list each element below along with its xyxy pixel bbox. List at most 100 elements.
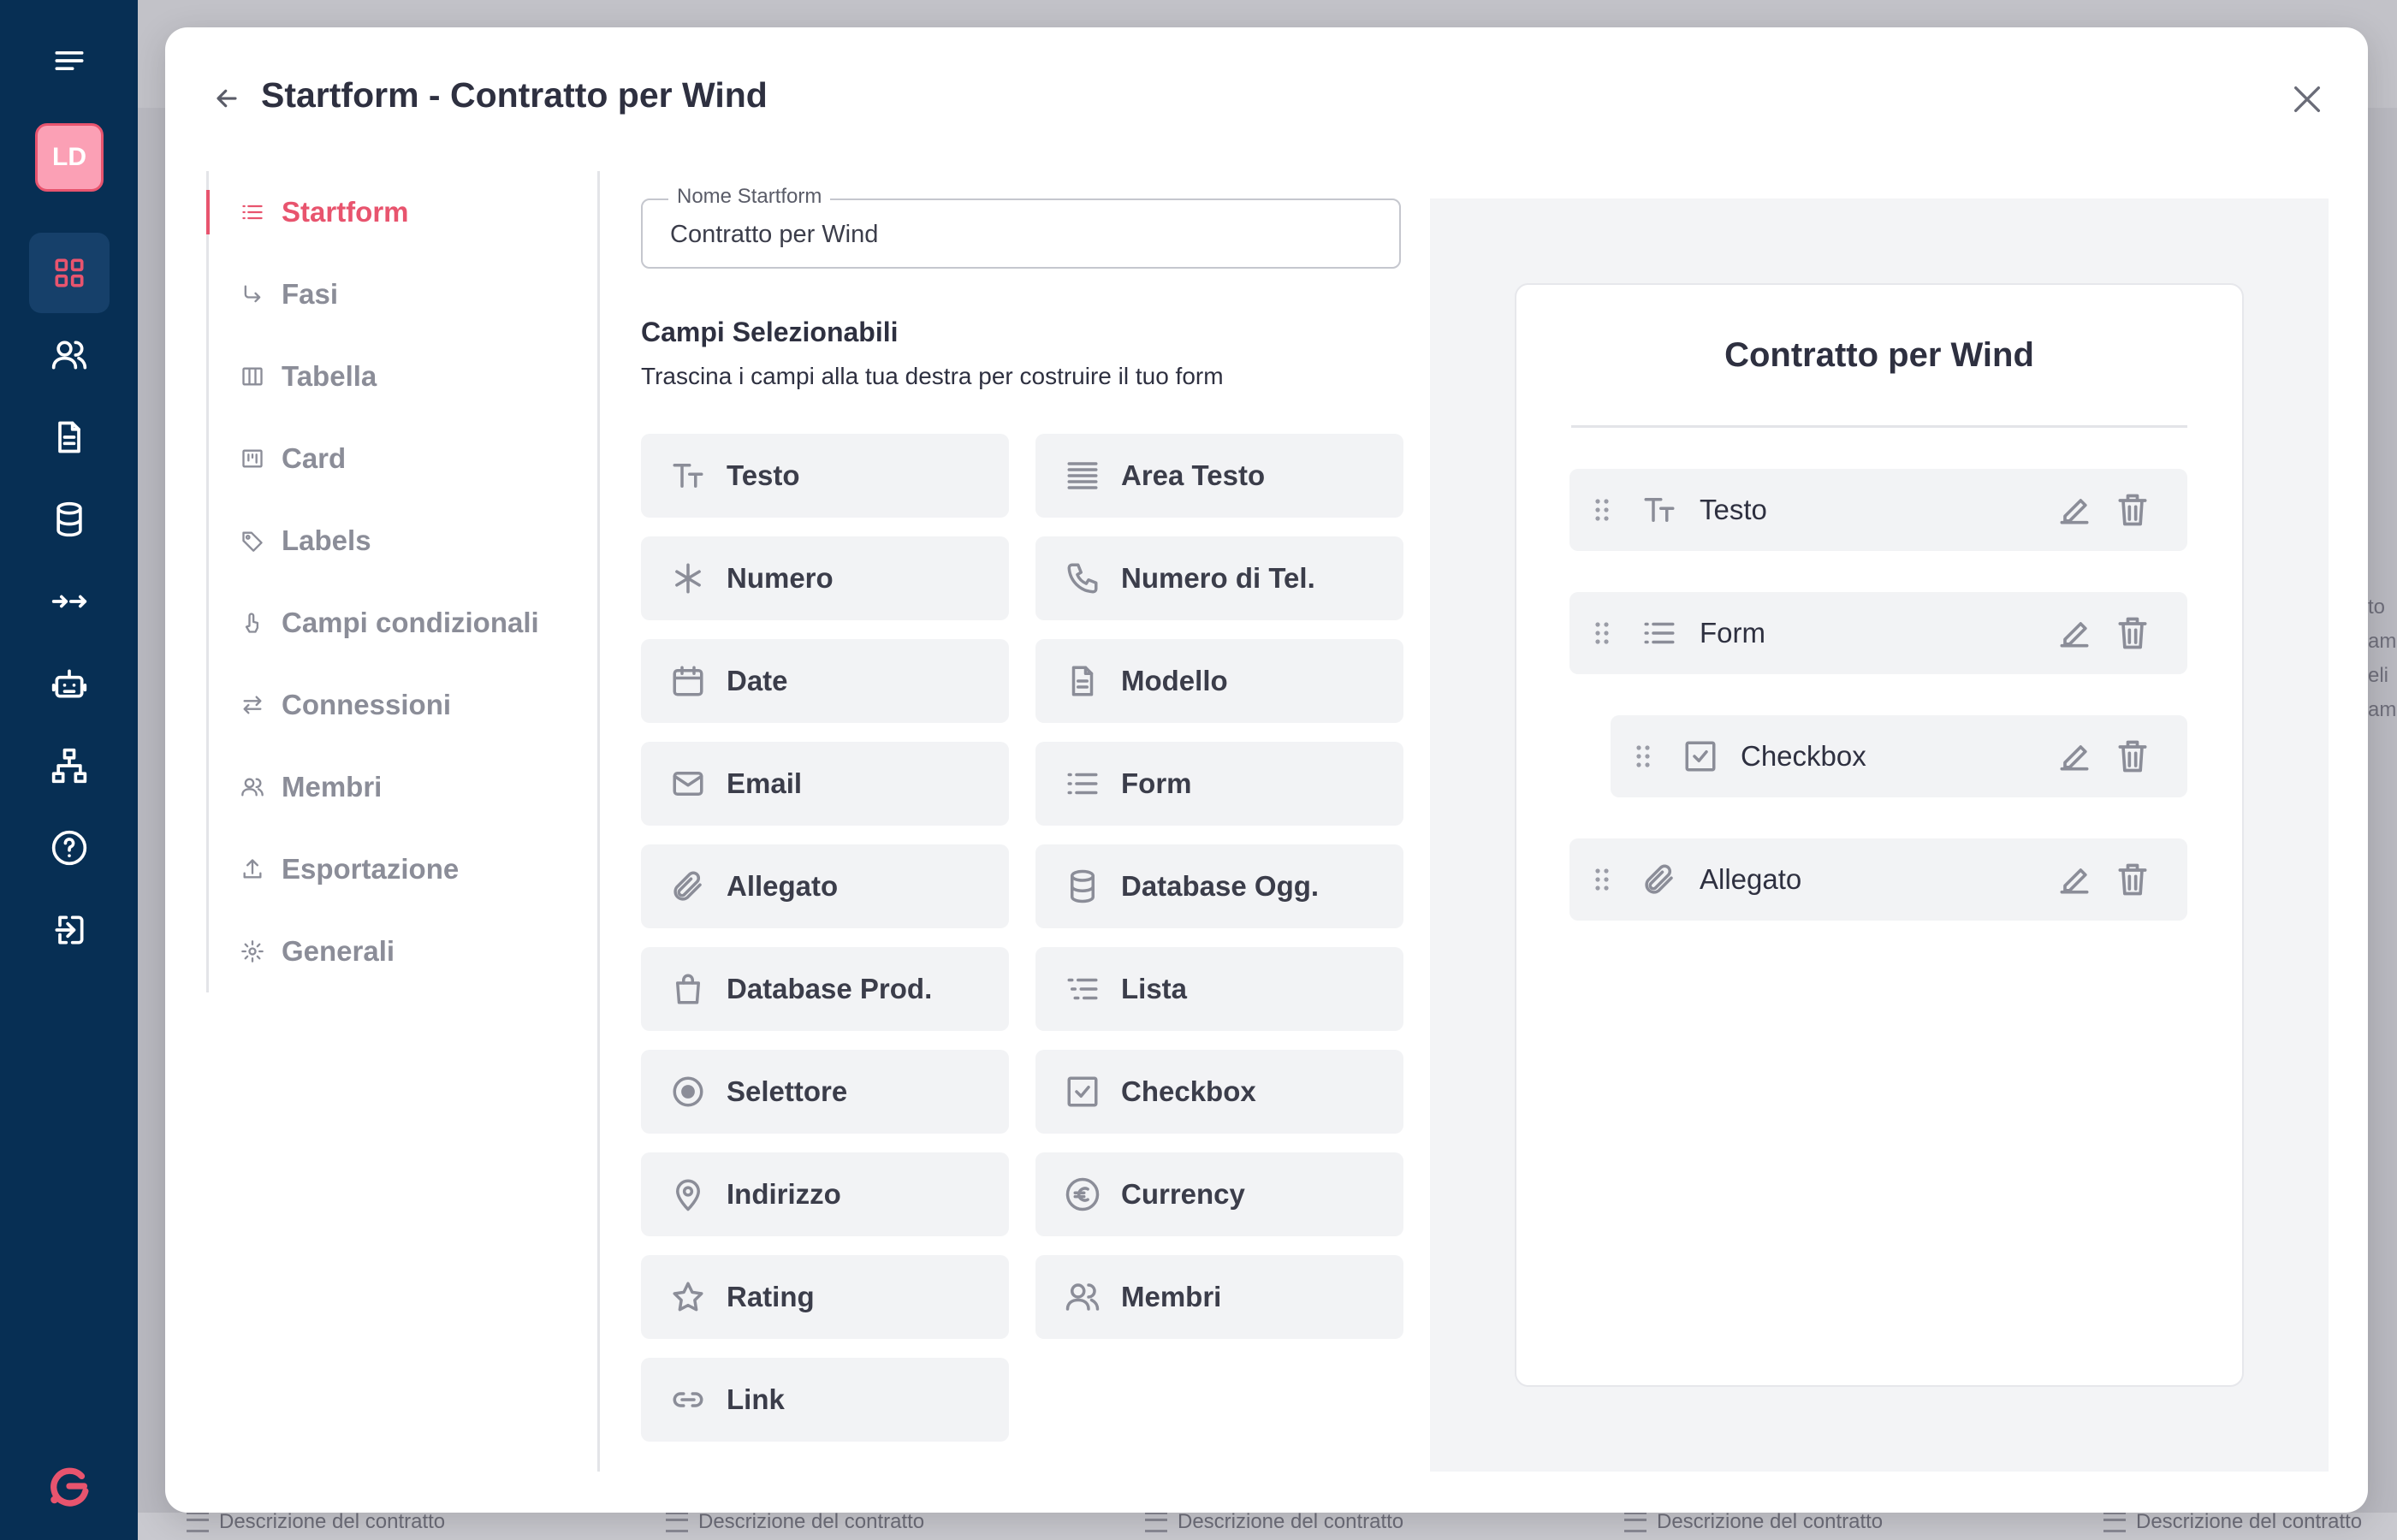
help-icon[interactable] [29, 808, 110, 888]
field-chip-email[interactable]: Email [641, 742, 1009, 826]
field-chip-membri[interactable]: Membri [1035, 1255, 1403, 1339]
card-icon [242, 449, 263, 468]
map-pin-icon [676, 1179, 700, 1211]
nav-item-generali[interactable]: Generali [240, 926, 583, 977]
lines-icon [1624, 1512, 1646, 1532]
nav-item-startform[interactable]: Startform [240, 187, 583, 238]
form-preview-card: Contratto per Wind [1515, 283, 2244, 1387]
drag-handle-icon[interactable] [1593, 621, 1611, 645]
edit-icon[interactable] [2056, 861, 2093, 898]
nav-item-tabella[interactable]: Tabella [240, 351, 583, 402]
field-chip-numero-di-tel[interactable]: Numero di Tel. [1035, 536, 1403, 620]
dashboard-icon[interactable] [29, 233, 110, 313]
background-card-description: Descrizione del contratto [1145, 1510, 1403, 1534]
field-chip-form[interactable]: Form [1035, 742, 1403, 826]
app-sidebar: LD [0, 0, 138, 1540]
mail-icon [673, 772, 703, 796]
field-chip-allegato[interactable]: Allegato [641, 844, 1009, 928]
swap-icon [243, 696, 262, 714]
trash-icon[interactable] [2114, 861, 2151, 898]
nav-item-fasi[interactable]: Fasi [240, 269, 583, 320]
edit-icon[interactable] [2056, 737, 2093, 775]
drag-handle-icon[interactable] [1593, 868, 1611, 891]
users-icon [1065, 1283, 1100, 1311]
document-icon[interactable] [29, 397, 110, 477]
list-icon [1067, 773, 1098, 795]
fields-section-title: Campi Selezionabili [641, 317, 899, 347]
preview-field-form[interactable]: Form [1569, 592, 2187, 674]
lines-icon [187, 1512, 209, 1532]
background-peek-text: to ame eli ame [2368, 595, 2397, 721]
arrows-icon[interactable] [29, 561, 110, 642]
preview-title: Contratto per Wind [1724, 336, 2034, 374]
calendar-icon [673, 666, 703, 696]
close-icon[interactable] [2290, 82, 2324, 116]
drag-handle-icon[interactable] [1635, 744, 1652, 768]
field-chip-currency[interactable]: Currency [1035, 1152, 1403, 1236]
edit-icon[interactable] [2056, 491, 2093, 529]
nav-item-labels[interactable]: Labels [240, 515, 583, 566]
trash-icon[interactable] [2114, 737, 2151, 775]
startform-name-input[interactable] [668, 200, 1374, 269]
nav-item-connessioni[interactable]: Connessioni [240, 679, 583, 731]
users-icon[interactable] [29, 315, 110, 395]
field-chip-rating[interactable]: Rating [641, 1255, 1009, 1339]
star-icon [673, 1282, 703, 1312]
field-chip-checkbox[interactable]: Checkbox [1035, 1050, 1403, 1134]
field-chip-date[interactable]: Date [641, 639, 1009, 723]
brand-logo [50, 1467, 89, 1507]
nav-item-campi-condizionali[interactable]: Campi condizionali [240, 597, 583, 649]
document-icon [1071, 666, 1094, 696]
startform-name-field: Nome Startform [641, 185, 1401, 269]
sitemap-icon[interactable] [29, 726, 110, 806]
field-chip-area-testo[interactable]: Area Testo [1035, 434, 1403, 518]
arrow-turn-icon [244, 285, 261, 303]
database-icon[interactable] [29, 479, 110, 560]
pointer-icon [245, 613, 258, 633]
asterisk-icon [675, 563, 701, 594]
modal-title: Startform - Contratto per Wind [261, 75, 768, 115]
list-icon [242, 204, 263, 220]
field-chip-numero[interactable]: Numero [641, 536, 1009, 620]
field-chip-testo[interactable]: Testo [641, 434, 1009, 518]
field-chip-link[interactable]: Link [641, 1358, 1009, 1442]
background-card-description: Descrizione del contratto [1624, 1510, 1883, 1534]
edit-icon[interactable] [2056, 614, 2093, 652]
field-chip-modello[interactable]: Modello [1035, 639, 1403, 723]
avatar[interactable]: LD [35, 123, 104, 192]
shopping-bag-icon [676, 974, 700, 1004]
background-card-description: Descrizione del contratto [666, 1510, 924, 1534]
checkbox-icon [1685, 741, 1716, 772]
field-chip-lista[interactable]: Lista [1035, 947, 1403, 1031]
back-arrow-icon[interactable] [214, 86, 240, 111]
nav-item-esportazione[interactable]: Esportazione [240, 844, 583, 895]
preview-field-allegato[interactable]: Allegato [1569, 838, 2187, 921]
content-divider [597, 171, 600, 1472]
menu-icon[interactable] [29, 21, 110, 101]
fields-section-subtitle: Trascina i campi alla tua destra per cos… [641, 363, 1224, 389]
preview-field-testo[interactable]: Testo [1569, 469, 2187, 551]
lines-icon [666, 1512, 688, 1532]
users-icon [241, 778, 264, 797]
paperclip-icon [673, 871, 702, 901]
background-card-description: Descrizione del contratto [2103, 1510, 2362, 1534]
robot-icon[interactable] [29, 643, 110, 724]
preview-divider [1571, 425, 2187, 428]
nav-item-membri[interactable]: Membri [240, 761, 583, 813]
trash-icon[interactable] [2114, 614, 2151, 652]
list-icon [1644, 622, 1675, 644]
list-bullets-icon [1067, 978, 1098, 1000]
table-icon [242, 367, 263, 386]
field-chip-selettore[interactable]: Selettore [641, 1050, 1009, 1134]
background-card-description: Descrizione del contratto [187, 1510, 445, 1534]
checkbox-icon [1067, 1076, 1098, 1107]
phone-icon [1067, 563, 1098, 594]
trash-icon[interactable] [2114, 491, 2151, 529]
field-chip-database-prod[interactable]: Database Prod. [641, 947, 1009, 1031]
logout-icon[interactable] [29, 890, 110, 970]
nav-item-card[interactable]: Card [240, 433, 583, 484]
field-chip-database-ogg[interactable]: Database Ogg. [1035, 844, 1403, 928]
preview-field-checkbox[interactable]: Checkbox [1611, 715, 2187, 797]
drag-handle-icon[interactable] [1593, 498, 1611, 522]
field-chip-indirizzo[interactable]: Indirizzo [641, 1152, 1009, 1236]
